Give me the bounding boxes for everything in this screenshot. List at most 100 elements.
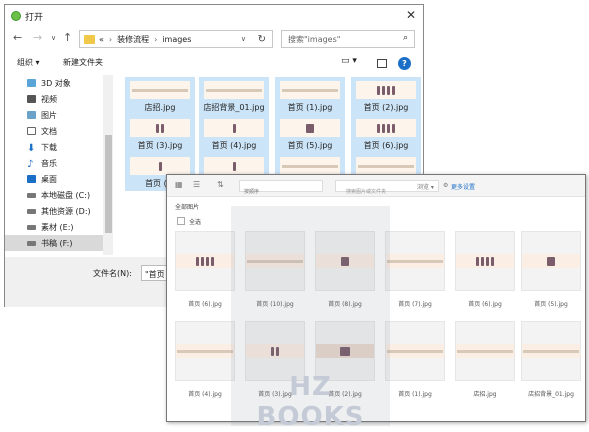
- select-all-label: 全选: [189, 219, 202, 226]
- breadcrumb-item[interactable]: images: [162, 35, 191, 44]
- search-input[interactable]: 搜索"images" ⌕: [281, 30, 415, 48]
- sidebar-item-documents[interactable]: 文档: [27, 123, 113, 139]
- file-tile[interactable]: 店招.jpg: [125, 77, 195, 115]
- sidebar-item-music[interactable]: ♪ 音乐: [27, 155, 113, 171]
- thumbnail-caption: 首页 (1).jpg: [398, 391, 432, 398]
- sidebar-item-label: 文档: [41, 126, 57, 136]
- file-name: 店招背景_01.jpg: [203, 103, 265, 112]
- image-thumbnail[interactable]: [385, 231, 445, 291]
- browse-button[interactable]: 浏览 ▾: [417, 182, 434, 191]
- sidebar-item-label: 书稿 (F:): [41, 238, 73, 248]
- back-arrow-icon[interactable]: ←: [13, 31, 22, 44]
- thumbnail: [280, 119, 340, 137]
- sidebar-item-drive-d[interactable]: 其他资源 (D:): [27, 203, 113, 219]
- music-note-icon: ♪: [27, 159, 34, 170]
- thumbnail: [130, 119, 190, 137]
- image-thumbnail[interactable]: [175, 231, 235, 291]
- recent-dropdown-icon[interactable]: ∨: [51, 34, 56, 42]
- thumbnail-caption: 店招.jpg: [473, 391, 497, 398]
- search-icon: ⌕: [402, 33, 408, 43]
- view-mode-icon[interactable]: ▭ ▾: [341, 56, 357, 66]
- folder-icon: [84, 34, 95, 44]
- settings-icon[interactable]: ⚙: [443, 182, 448, 189]
- refresh-icon[interactable]: ↻: [258, 34, 266, 45]
- breadcrumb-prefix: «: [99, 34, 104, 44]
- thumbnail-caption: 店招背景_01.jpg: [528, 391, 574, 398]
- thumbnail-caption: 首页 (6).jpg: [188, 301, 222, 308]
- file-tile[interactable]: 店招背景_01.jpg: [199, 77, 269, 115]
- list-view-icon[interactable]: ☰: [193, 180, 200, 189]
- sidebar-item-pictures[interactable]: 图片: [27, 107, 113, 123]
- help-icon[interactable]: ?: [398, 57, 411, 70]
- select-all-checkbox[interactable]: [177, 217, 185, 225]
- file-tile[interactable]: 首页 (4).jpg: [199, 115, 269, 153]
- drive-icon: [27, 192, 36, 198]
- thumbnail: [356, 119, 416, 137]
- thumbnail-caption: 首页 (5).jpg: [534, 301, 568, 308]
- thumbnail: [130, 157, 190, 175]
- sidebar-item-drive-e[interactable]: 素材 (E:): [27, 219, 113, 235]
- drive-icon: [27, 208, 36, 214]
- dialog-titlebar: 打开 ✕: [5, 5, 423, 27]
- file-tile[interactable]: 首页 (1).jpg: [275, 77, 345, 115]
- film-icon: [27, 95, 36, 103]
- sidebar-item-label: 本地磁盘 (C:): [41, 190, 91, 200]
- sidebar-item-videos[interactable]: 视频: [27, 91, 113, 107]
- viewer-toolbar: ▦ ☰ ⇅ 按顺序 搜索图片或文件夹 浏览 ▾ ⚙ 更多设置: [167, 175, 585, 197]
- preview-pane-icon[interactable]: [377, 59, 387, 68]
- file-name: 首页 (6).jpg: [363, 141, 409, 150]
- sort-label: 按顺序: [244, 189, 260, 195]
- settings-link[interactable]: 更多设置: [451, 182, 475, 191]
- search-placeholder: 搜索图片或文件夹: [346, 189, 387, 195]
- thumbnail-caption: 首页 (7).jpg: [398, 301, 432, 308]
- sidebar-item-label: 素材 (E:): [41, 222, 74, 232]
- image-thumbnail[interactable]: [521, 321, 581, 381]
- sidebar-item-label: 视频: [41, 94, 57, 104]
- file-tile[interactable]: 首页 (3).jpg: [125, 115, 195, 153]
- sidebar-item-3d[interactable]: 3D 对象: [27, 75, 113, 91]
- forward-arrow-icon[interactable]: →: [33, 31, 42, 44]
- thumbnail-caption: 首页 (4).jpg: [188, 391, 222, 398]
- sort-order-icon[interactable]: ⇅: [217, 180, 224, 189]
- app-logo-icon: [11, 11, 21, 21]
- sidebar-item-drive-c[interactable]: 本地磁盘 (C:): [27, 187, 113, 203]
- grid-view-icon[interactable]: ▦: [175, 180, 183, 189]
- thumbnail: [204, 157, 264, 175]
- sidebar-item-label: 音乐: [41, 158, 57, 168]
- sidebar-item-label: 图片: [41, 110, 57, 120]
- watermark: HZ BOOKS: [231, 206, 390, 432]
- sort-select[interactable]: 按顺序: [239, 180, 323, 195]
- section-label: 全部图片: [175, 204, 200, 211]
- thumbnail: [356, 81, 416, 99]
- image-thumbnail[interactable]: [385, 321, 445, 381]
- drive-icon: [27, 240, 36, 246]
- file-tile[interactable]: 首页 (6).jpg: [351, 115, 421, 153]
- drive-icon: [27, 224, 36, 230]
- sidebar-item-label: 桌面: [41, 174, 57, 184]
- scrollbar-thumb[interactable]: [105, 135, 112, 233]
- image-thumbnail[interactable]: [455, 231, 515, 291]
- file-name: 首页 (5).jpg: [287, 141, 333, 150]
- organize-button[interactable]: 组织 ▾: [17, 57, 40, 68]
- up-arrow-icon[interactable]: ↑: [63, 31, 72, 44]
- sidebar-item-downloads[interactable]: ⬇ 下载: [27, 139, 113, 155]
- picture-icon: [27, 111, 36, 119]
- sidebar-item-drive-f[interactable]: 书稿 (F:): [5, 235, 105, 251]
- thumbnail: [204, 119, 264, 137]
- breadcrumb-item[interactable]: 装修流程: [117, 34, 149, 45]
- nav-bar: ← → ∨ ↑ « › 装修流程 › images ∨ ↻ 搜索"images"…: [5, 29, 423, 51]
- chevron-down-icon[interactable]: ∨: [241, 35, 246, 43]
- image-thumbnail[interactable]: [521, 231, 581, 291]
- address-bar[interactable]: « › 装修流程 › images ∨ ↻: [79, 30, 273, 48]
- file-name: 首页 (2).jpg: [363, 103, 409, 112]
- sidebar-item-desktop[interactable]: 桌面: [27, 171, 113, 187]
- file-tile[interactable]: 首页 (2).jpg: [351, 77, 421, 115]
- close-icon[interactable]: ✕: [406, 8, 416, 22]
- image-thumbnail[interactable]: [455, 321, 515, 381]
- document-icon: [27, 127, 36, 135]
- new-folder-button[interactable]: 新建文件夹: [63, 57, 103, 68]
- file-tile[interactable]: 首页 (5).jpg: [275, 115, 345, 153]
- desktop-icon: [27, 175, 36, 183]
- file-name: 首页 (3).jpg: [137, 141, 183, 150]
- image-thumbnail[interactable]: [175, 321, 235, 381]
